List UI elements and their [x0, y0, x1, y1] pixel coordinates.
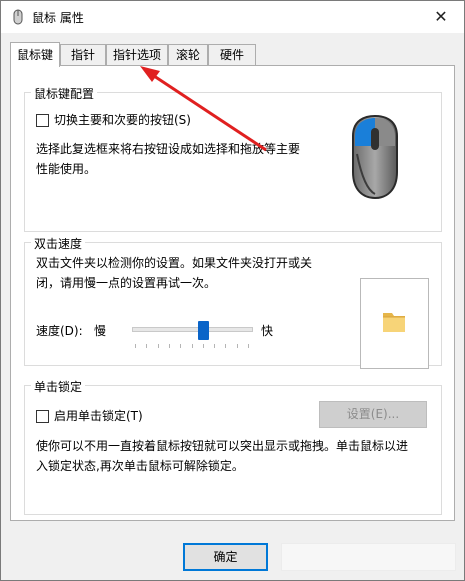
slider-tick	[236, 344, 238, 348]
mouse-icon	[352, 114, 398, 200]
click-lock-description: 使你可以不用一直按着鼠标按钮就可以突出显示或拖拽。单击鼠标以进 入锁定状态,再次…	[36, 439, 409, 473]
double-click-description: 双击文件夹以检测你的设置。如果文件夹没打开或关 闭，请用慢一点的设置再试一次。	[36, 256, 313, 290]
slow-label: 慢	[94, 324, 107, 338]
tab-pointers[interactable]: 指针	[60, 44, 106, 65]
fast-label: 快	[261, 324, 274, 338]
tab-wheel[interactable]: 滚轮	[168, 44, 208, 65]
click-lock-title: 单击锁定	[31, 378, 86, 395]
tab-buttons[interactable]: 鼠标键	[10, 42, 60, 67]
close-button[interactable]: ✕	[424, 4, 458, 30]
click-lock-label[interactable]: 启用单击锁定(T)	[54, 407, 143, 424]
switch-buttons-checkbox[interactable]	[36, 114, 49, 127]
button-config-description: 选择此复选框来将右按钮设成如选择和拖放等主要 性能使用。	[36, 142, 301, 176]
slider-tick	[248, 344, 249, 348]
button-config-title: 鼠标键配置	[31, 85, 98, 102]
double-click-group: 双击速度 双击文件夹以检测你的设置。如果文件夹没打开或关 闭，请用慢一点的设置再…	[24, 235, 442, 369]
window-title: 鼠标 属性	[32, 11, 84, 25]
tab-pointer-options[interactable]: 指针选项	[106, 44, 168, 65]
slider-tick	[157, 344, 159, 348]
slider-tick	[202, 344, 204, 348]
mouse-app-icon	[13, 9, 23, 25]
double-click-title: 双击速度	[31, 235, 86, 252]
tab-hardware[interactable]: 硬件	[208, 44, 256, 65]
slider-tick	[214, 344, 216, 348]
slider-tick	[146, 344, 148, 348]
cancel-button-faded[interactable]	[281, 543, 456, 571]
double-click-test-area[interactable]	[360, 278, 429, 369]
folder-icon[interactable]	[381, 307, 409, 335]
button-config-group: 鼠标键配置 切换主要和次要的按钮(S) 选择此复选框来将右按钮设成如选择和拖放等…	[24, 85, 442, 232]
click-lock-settings-button[interactable]: 设置(E)...	[319, 401, 427, 428]
tab-panel-buttons: 鼠标键配置 切换主要和次要的按钮(S) 选择此复选框来将右按钮设成如选择和拖放等…	[10, 65, 455, 521]
ok-button[interactable]: 确定	[183, 543, 268, 571]
click-lock-group: 单击锁定 启用单击锁定(T) 设置(E)... 使你可以不用一直按着鼠标按钮就可…	[24, 378, 442, 515]
slider-tick	[135, 344, 136, 348]
speed-label: 速度(D):	[36, 324, 83, 338]
slider-tick	[168, 344, 170, 348]
slider-tick	[180, 344, 182, 348]
slider-tick	[225, 344, 227, 348]
title-bar: 鼠标 属性 ✕	[1, 1, 464, 33]
mouse-properties-window: 鼠标 属性 ✕ 鼠标键 指针 指针选项 滚轮 硬件 鼠标键配置 切换主要和次要的…	[0, 0, 465, 581]
slider-tick	[191, 344, 193, 348]
switch-buttons-label[interactable]: 切换主要和次要的按钮(S)	[54, 111, 191, 128]
speed-slider-thumb[interactable]	[198, 321, 210, 340]
click-lock-checkbox[interactable]	[36, 410, 49, 423]
speed-slider-track[interactable]	[132, 327, 253, 332]
